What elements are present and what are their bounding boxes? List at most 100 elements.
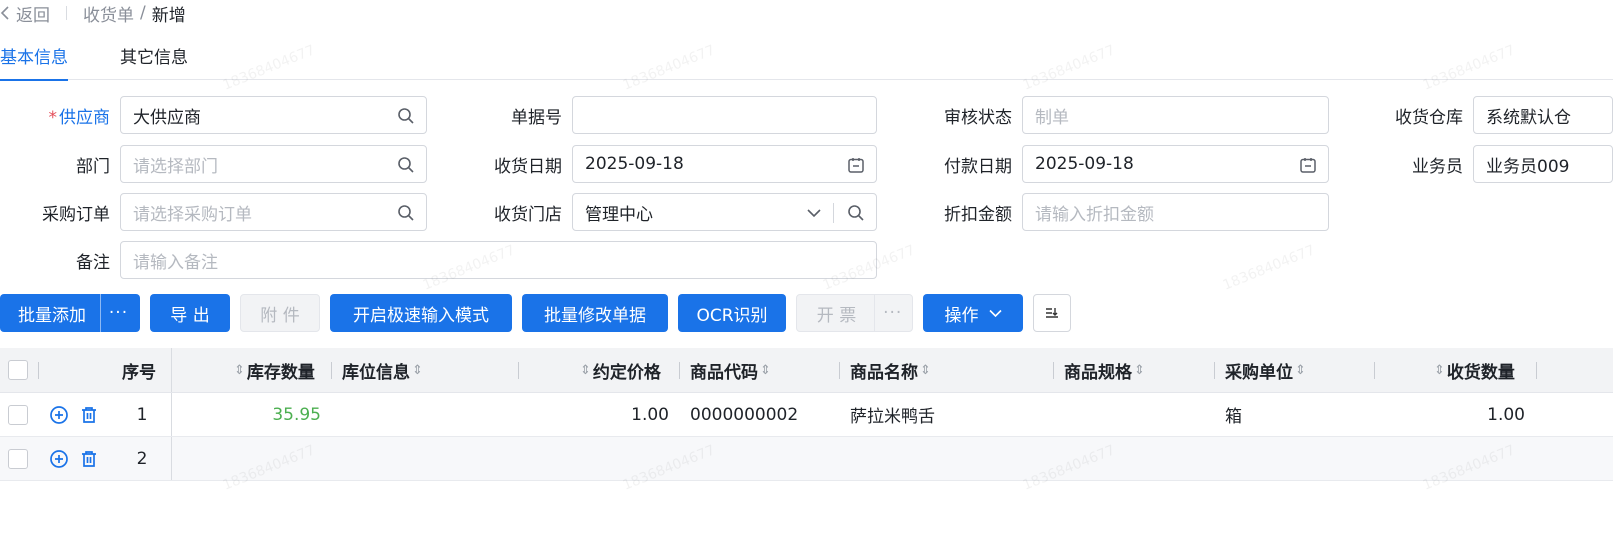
tab-other-info[interactable]: 其它信息 [120,42,188,80]
cell-code: 0000000002 [690,404,799,425]
header-price[interactable]: ⇕ 约定价格 [578,348,661,392]
sort-icon[interactable]: ⇕ [580,363,591,378]
breadcrumb: 返回 收货单 / 新增 [0,0,186,26]
column-divider [1214,362,1215,379]
back-label: 返回 [16,5,50,26]
receive-date-label: 收货日期 [494,156,562,177]
discount-field: 折扣金额 请输入折扣金额 [902,193,1329,231]
audit-status-input[interactable]: 制单 [1022,96,1329,134]
purchase-order-input[interactable]: 请选择采购订单 [120,193,427,231]
add-row-icon[interactable] [49,393,69,436]
breadcrumb-parent[interactable]: 收货单 [83,1,134,26]
cell-index: 1 [136,404,148,425]
invoice-button-group: 开 票 ··· [796,294,913,332]
ocr-button[interactable]: OCR识别 [678,294,786,332]
table-row[interactable]: 2 [0,437,1613,481]
row-checkbox[interactable] [8,393,28,436]
table-row[interactable]: 1 35.95 1.00 0000000002 萨拉米鸭舌 箱 1.00 [0,393,1613,437]
warehouse-input[interactable]: 系统默认仓 [1473,96,1613,134]
header-name[interactable]: 商品名称 ⇕ [850,348,933,392]
cell-receive-qty: 1.00 [1487,404,1525,425]
chevron-down-icon[interactable] [804,203,824,223]
column-divider [1053,362,1054,379]
calendar-icon[interactable] [846,155,866,175]
header-location[interactable]: 库位信息 ⇕ [342,348,425,392]
header-index: 序号 [122,362,156,383]
sort-icon[interactable]: ⇕ [234,363,245,378]
column-divider [518,362,519,379]
column-divider [679,362,680,379]
calendar-icon[interactable] [1298,155,1318,175]
sort-icon[interactable]: ⇕ [1434,363,1445,378]
breadcrumb-slash: / [140,3,146,23]
fast-input-mode-button[interactable]: 开启极速输入模式 [330,294,512,332]
action-toolbar: 批量添加 ··· 导 出 附 件 开启极速输入模式 批量修改单据 OCR识别 开… [0,294,1081,332]
store-select[interactable]: 管理中心 [572,193,877,231]
operate-dropdown-button[interactable]: 操作 [923,294,1023,332]
pay-date-input[interactable]: 2025-09-18 [1022,145,1329,183]
sort-icon[interactable]: ⇕ [760,363,771,378]
pay-date-label: 付款日期 [944,156,1012,177]
supplier-label: * 供应商 [48,107,111,128]
more-dots-icon[interactable]: ··· [100,294,136,332]
search-icon[interactable] [396,155,416,175]
select-all-checkbox[interactable] [8,348,28,392]
sort-icon[interactable]: ⇕ [1295,363,1306,378]
store-field: 收货门店 管理中心 [452,193,877,231]
search-icon[interactable] [396,106,416,126]
batch-add-button[interactable]: 批量添加 [4,294,100,332]
column-settings-button[interactable] [1033,294,1071,332]
sort-icon[interactable]: ⇕ [920,363,931,378]
sort-icon[interactable]: ⇕ [1134,363,1145,378]
header-receive-qty[interactable]: ⇕ 收货数量 [1432,348,1515,392]
cell-unit: 箱 [1225,407,1242,427]
delete-row-icon[interactable] [79,393,99,436]
discount-input[interactable]: 请输入折扣金额 [1022,193,1329,231]
salesman-field: 业务员 业务员009 [1353,145,1613,183]
pay-date-field: 付款日期 2025-09-18 [902,145,1329,183]
salesman-input[interactable]: 业务员009 [1473,145,1613,183]
header-unit[interactable]: 采购单位 ⇕ [1225,348,1308,392]
invoice-button[interactable]: 开 票 [799,295,874,331]
export-button[interactable]: 导 出 [150,294,230,332]
doc-no-label: 单据号 [511,107,562,128]
supplier-field: * 供应商 大供应商 [0,96,427,134]
table-header: 序号 ⇕ 库存数量 库位信息 ⇕ ⇕ 约定价格 商品代码 ⇕ 商品名称 ⇕ 商品规格 ⇕ 采… [0,348,1613,393]
doc-no-input[interactable] [572,96,877,134]
remark-input[interactable]: 请输入备注 [120,241,877,279]
more-dots-icon[interactable]: ··· [874,295,910,331]
chevron-down-icon [988,309,1002,317]
department-label: 部门 [76,156,110,177]
search-icon[interactable] [396,203,416,223]
add-row-icon[interactable] [49,437,69,480]
frozen-column-divider [171,348,172,392]
cell-index: 2 [136,448,148,469]
warehouse-field: 收货仓库 系统默认仓 [1353,96,1613,134]
header-code[interactable]: 商品代码 ⇕ [690,348,773,392]
header-stock-qty[interactable]: ⇕ 库存数量 [232,348,315,392]
department-field: 部门 请选择部门 [0,145,427,183]
receive-date-input[interactable]: 2025-09-18 [572,145,877,183]
header-spec[interactable]: 商品规格 ⇕ [1064,348,1147,392]
discount-label: 折扣金额 [944,204,1012,225]
attachment-button[interactable]: 附 件 [240,294,320,332]
purchase-order-field: 采购订单 请选择采购订单 [0,193,427,231]
column-settings-icon [1046,308,1058,318]
sort-icon[interactable]: ⇕ [412,363,423,378]
tab-basic-info[interactable]: 基本信息 [0,42,68,81]
delete-row-icon[interactable] [79,437,99,480]
store-label: 收货门店 [494,204,562,225]
goods-table: 序号 ⇕ 库存数量 库位信息 ⇕ ⇕ 约定价格 商品代码 ⇕ 商品名称 ⇕ 商品规格 ⇕ 采… [0,348,1613,481]
operate-label: 操作 [944,305,979,326]
batch-modify-button[interactable]: 批量修改单据 [522,294,668,332]
search-icon[interactable] [846,203,866,223]
cell-price: 1.00 [631,404,669,425]
purchase-order-label: 采购订单 [42,204,110,225]
required-mark: * [48,107,58,128]
breadcrumb-current: 新增 [151,5,186,26]
row-checkbox[interactable] [8,437,28,480]
column-divider [38,362,39,379]
department-input[interactable]: 请选择部门 [120,145,427,183]
supplier-input[interactable]: 大供应商 [120,96,427,134]
back-link[interactable]: 返回 [0,1,50,26]
